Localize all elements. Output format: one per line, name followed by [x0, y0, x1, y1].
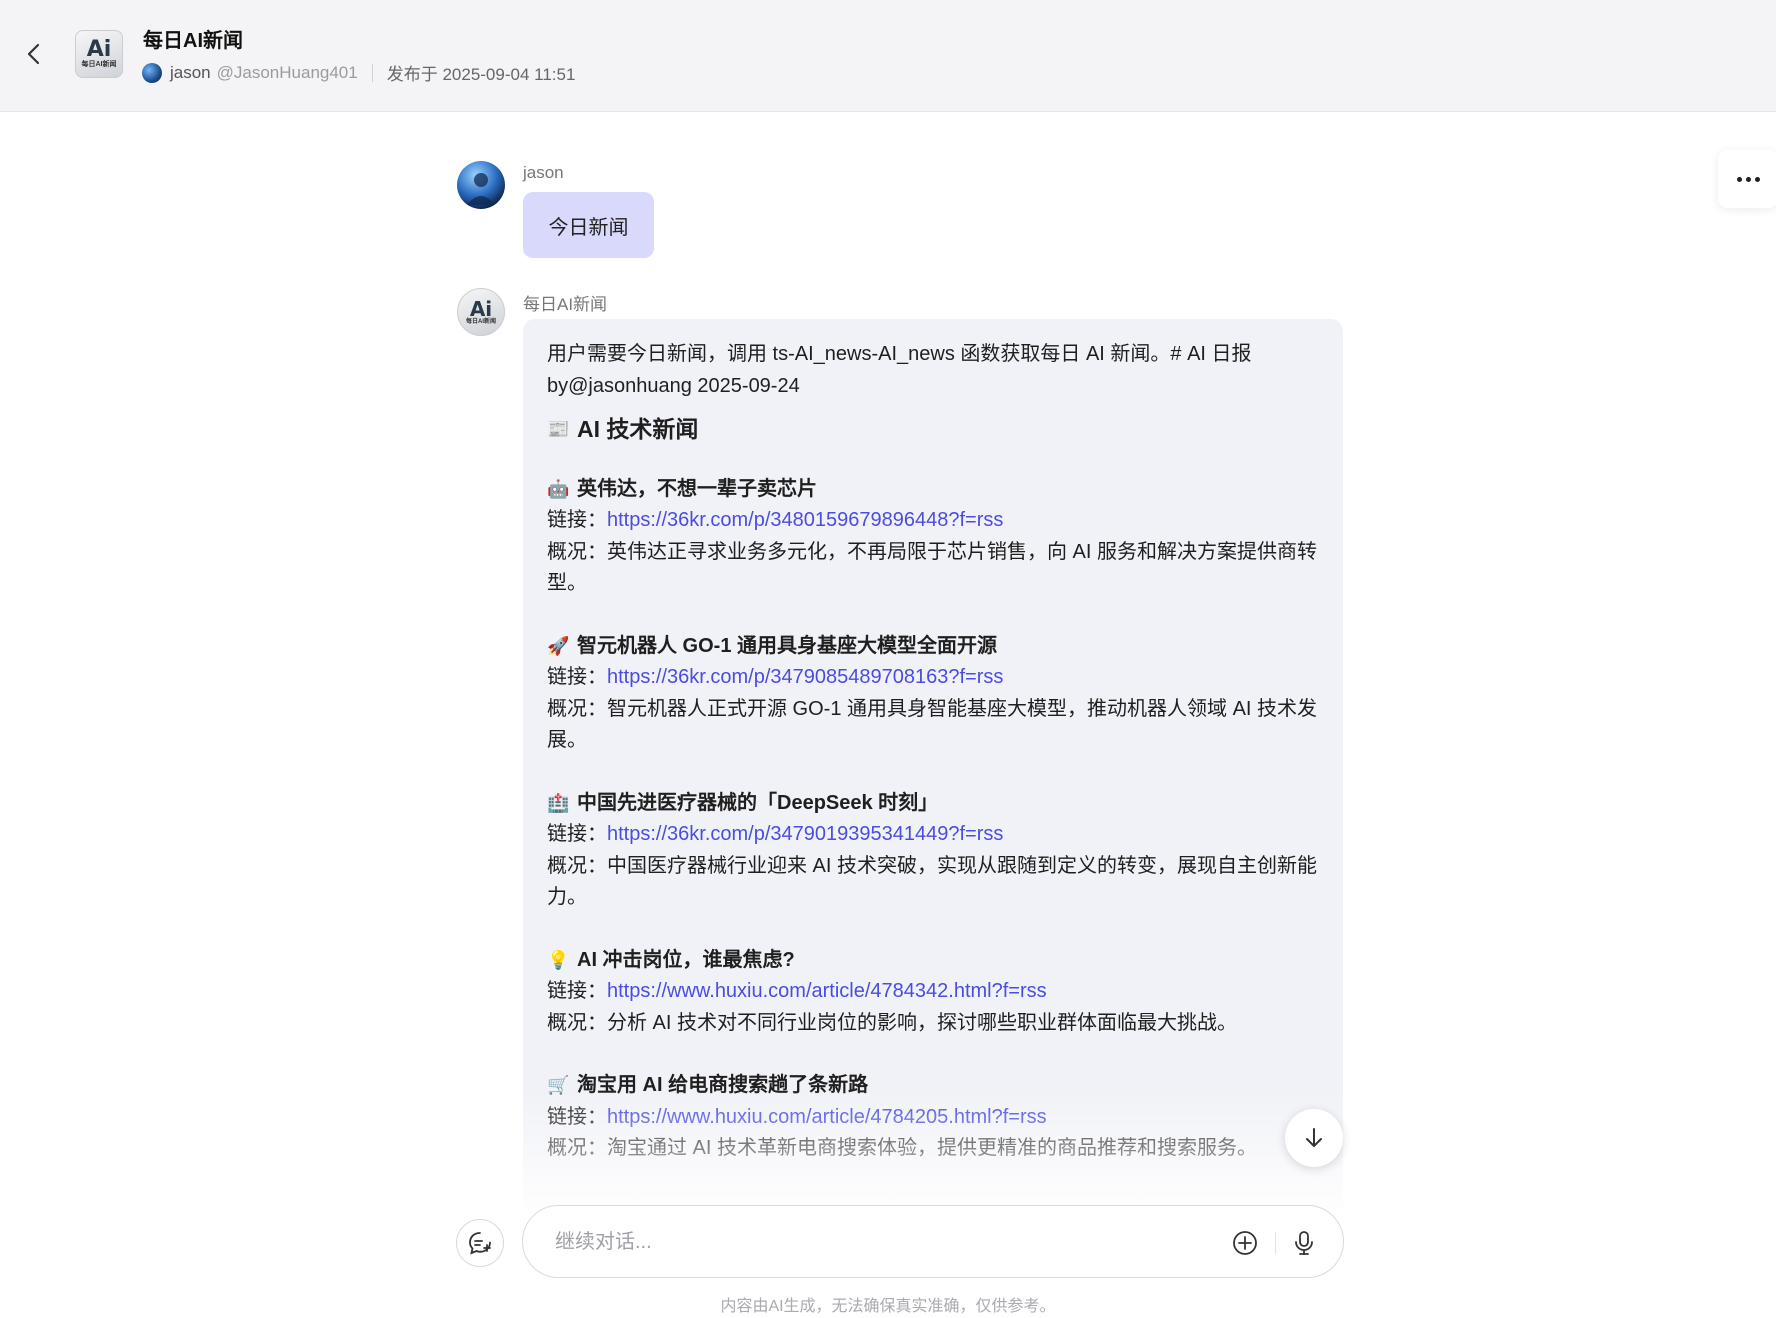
news-item-title-text: AI 冲击岗位，谁最焦虑?	[577, 948, 795, 971]
plus-circle-icon	[1233, 1231, 1257, 1255]
summary-label: 概况：	[547, 1011, 607, 1034]
news-item-link-row: 链接：https://36kr.com/p/3479085489708163?f…	[547, 662, 1319, 694]
news-item-icon: 🛒	[547, 1075, 570, 1095]
bot-logo: Ai 每日AI新闻	[75, 30, 123, 78]
logo-subtext: 每日AI新闻	[81, 61, 117, 68]
author-name[interactable]: jason	[170, 63, 211, 83]
news-item-title-text: 英伟达，不想一辈子卖芯片	[577, 477, 817, 500]
summary-label: 概况：	[547, 854, 607, 877]
news-item: 🛒 淘宝用 AI 给电商搜索趟了条新路链接：https://www.huxiu.c…	[547, 1070, 1319, 1165]
voice-input-button[interactable]	[1288, 1227, 1320, 1259]
news-item-link[interactable]: https://36kr.com/p/3480159679896448?f=rs…	[607, 509, 1003, 531]
news-item-link[interactable]: https://36kr.com/p/3479019395341449?f=rs…	[607, 823, 1003, 845]
news-item-title-text: 中国先进医疗器械的「DeepSeek 时刻」	[577, 791, 939, 814]
link-label: 链接：	[547, 666, 607, 688]
news-item-summary-row: 概况：智元机器人正式开源 GO-1 通用具身智能基座大模型，推动机器人领域 AI…	[547, 694, 1319, 757]
news-item-title: 🤖 英伟达，不想一辈子卖芯片	[547, 474, 1319, 506]
bot-intro-text: 用户需要今日新闻，调用 ts-AI_news-AI_news 函数获取每日 AI…	[547, 343, 1252, 397]
microphone-icon	[1295, 1231, 1313, 1255]
user-avatar	[457, 161, 505, 209]
summary-label: 概况：	[547, 697, 607, 720]
summary-label: 概况：	[547, 1137, 607, 1159]
news-item-icon: 🚀	[547, 635, 570, 656]
news-item-link[interactable]: https://36kr.com/p/3479085489708163?f=rs…	[607, 666, 1003, 688]
link-label: 链接：	[547, 509, 607, 531]
top-bar: Ai 每日AI新闻 每日AI新闻 jason @JasonHuang401 发布…	[0, 0, 1776, 112]
bot-meta: jason @JasonHuang401 发布于 2025-09-04 11:5…	[142, 60, 575, 85]
news-item-link-row: 链接：https://www.huxiu.com/article/4784342…	[547, 976, 1319, 1008]
bot-avatar-subtext: 每日AI新闻	[465, 318, 496, 325]
news-item-summary: 分析 AI 技术对不同行业岗位的影响，探讨哪些职业群体面临最大挑战。	[607, 1011, 1238, 1034]
logo-text: Ai	[86, 37, 112, 62]
news-item: 🤖 英伟达，不想一辈子卖芯片链接：https://36kr.com/p/34801…	[547, 474, 1319, 600]
link-label: 链接：	[547, 823, 607, 845]
bot-avatar: Ai 每日AI新闻	[457, 288, 505, 336]
news-item-title: 🛒 淘宝用 AI 给电商搜索趟了条新路	[547, 1070, 1319, 1102]
news-item: 💡 AI 冲击岗位，谁最焦虑? 链接：https://www.huxiu.com/a…	[547, 945, 1319, 1040]
news-item-summary-row: 概况：英伟达正寻求业务多元化，不再局限于芯片销售，向 AI 服务和解决方案提供商…	[547, 537, 1319, 600]
more-options-button[interactable]	[1718, 150, 1776, 208]
section-heading: 📰 AI 技术新闻	[547, 414, 1319, 446]
bot-message-name: 每日AI新闻	[523, 295, 608, 314]
link-label: 链接：	[547, 980, 607, 1002]
news-item-icon: 💡	[547, 949, 570, 970]
author-handle[interactable]: @JasonHuang401	[217, 63, 358, 83]
back-button[interactable]	[18, 36, 50, 72]
publish-date: 发布于 2025-09-04 11:51	[386, 65, 576, 84]
chevron-left-icon	[27, 43, 40, 65]
chat-input[interactable]	[555, 1226, 1195, 1258]
more-horizontal-icon	[1736, 176, 1742, 182]
news-item-title-text: 智元机器人 GO-1 通用具身基座大模型全面开源	[577, 634, 998, 657]
news-item: 🏥 中国先进医疗器械的「DeepSeek 时刻」链接：https://36kr.c…	[547, 788, 1319, 914]
news-item-title-text: 淘宝用 AI 给电商搜索趟了条新路	[577, 1074, 869, 1096]
news-item-summary-row: 概况：中国医疗器械行业迎来 AI 技术突破，实现从跟随到定义的转变，展现自主创新…	[547, 851, 1319, 914]
author-avatar[interactable]	[142, 62, 162, 83]
news-item-link-row: 链接：https://36kr.com/p/3479019395341449?f…	[547, 819, 1319, 851]
meta-divider	[371, 63, 373, 82]
chat-composer	[522, 1205, 1344, 1278]
news-item-title: 💡 AI 冲击岗位，谁最焦虑?	[547, 945, 1319, 977]
news-item-icon: 🏥	[547, 792, 570, 813]
news-item-link[interactable]: https://www.huxiu.com/article/4784205.ht…	[607, 1106, 1047, 1128]
bot-avatar-text: Ai	[469, 296, 493, 321]
attach-button[interactable]	[1229, 1227, 1261, 1259]
arrow-down-icon	[1306, 1128, 1322, 1147]
news-item-summary-row: 概况：分析 AI 技术对不同行业岗位的影响，探讨哪些职业群体面临最大挑战。	[547, 1008, 1319, 1040]
news-item-summary: 英伟达正寻求业务多元化，不再局限于芯片销售，向 AI 服务和解决方案提供商转型。	[547, 540, 1318, 595]
scroll-to-bottom-button[interactable]	[1285, 1109, 1343, 1167]
news-item: 🚀 智元机器人 GO-1 通用具身基座大模型全面开源链接：https://36kr…	[547, 631, 1319, 757]
section-title: AI 技术新闻	[577, 416, 699, 442]
new-chat-icon	[469, 1232, 491, 1255]
ai-disclaimer: 内容由AI生成，无法确保真实准确，仅供参考。	[720, 1298, 1056, 1315]
news-item-link-row: 链接：https://www.huxiu.com/article/4784205…	[547, 1102, 1319, 1134]
link-label: 链接：	[547, 1105, 607, 1128]
composer-divider	[1275, 1232, 1276, 1254]
bot-message-bubble: 用户需要今日新闻，调用 ts-AI_news-AI_news 函数获取每日 AI…	[523, 319, 1343, 1209]
new-chat-button[interactable]	[456, 1219, 504, 1267]
news-item-link-row: 链接：https://36kr.com/p/3480159679896448?f…	[547, 505, 1319, 537]
news-item-summary: 中国医疗器械行业迎来 AI 技术突破，实现从跟随到定义的转变，展现自主创新能力。	[547, 854, 1318, 909]
newspaper-icon: 📰	[547, 419, 570, 439]
news-list: 🤖 英伟达，不想一辈子卖芯片 链接：https://36kr.com/p/34801…	[547, 474, 1319, 1165]
news-item-summary-row: 概况：淘宝通过 AI 技术革新电商搜索体验，提供更精准的商品推荐和搜索服务。	[547, 1133, 1319, 1165]
news-item-title: 🏥 中国先进医疗器械的「DeepSeek 时刻」	[547, 788, 1319, 820]
news-item-icon: 🤖	[547, 478, 570, 499]
user-message-bubble: 今日新闻	[523, 192, 654, 258]
news-item-link[interactable]: https://www.huxiu.com/article/4784342.ht…	[607, 980, 1047, 1002]
news-item-summary: 智元机器人正式开源 GO-1 通用具身智能基座大模型，推动机器人领域 AI 技术…	[547, 697, 1318, 752]
user-name: jason	[523, 163, 564, 182]
bot-title: 每日AI新闻	[143, 30, 243, 52]
summary-label: 概况：	[547, 540, 607, 563]
news-item-summary: 淘宝通过 AI 技术革新电商搜索体验，提供更精准的商品推荐和搜索服务。	[607, 1137, 1258, 1159]
news-item-title: 🚀 智元机器人 GO-1 通用具身基座大模型全面开源	[547, 631, 1319, 663]
